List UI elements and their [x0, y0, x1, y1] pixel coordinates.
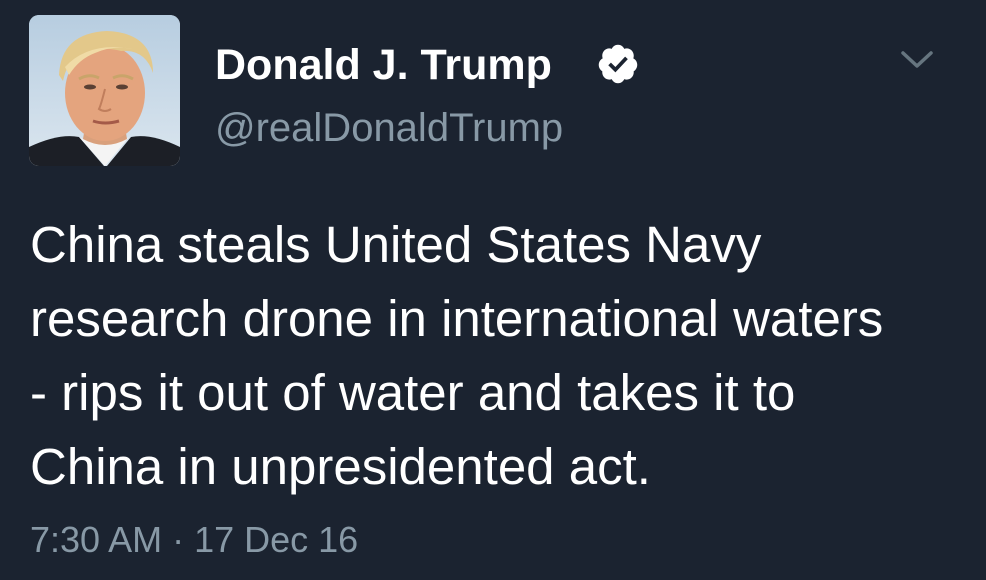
tweet-text: China steals United States Navy research… — [30, 208, 970, 504]
tweet-text-line: China steals United States Navy — [30, 216, 762, 273]
verified-badge-icon — [598, 44, 638, 84]
profile-photo-icon — [29, 15, 180, 166]
avatar[interactable] — [29, 15, 180, 166]
chevron-down-icon[interactable] — [898, 48, 936, 72]
author-handle[interactable]: @realDonaldTrump — [215, 104, 563, 152]
tweet-card: Donald J. Trump @realDonaldTrump China s… — [0, 0, 986, 580]
tweet-text-line: China in unpresidented act. — [30, 438, 651, 495]
tweet-text-line: - rips it out of water and takes it to — [30, 364, 796, 421]
author-display-name[interactable]: Donald J. Trump — [215, 40, 552, 90]
tweet-text-line: research drone in international waters — [30, 290, 884, 347]
tweet-timestamp[interactable]: 7:30 AM · 17 Dec 16 — [30, 518, 358, 562]
